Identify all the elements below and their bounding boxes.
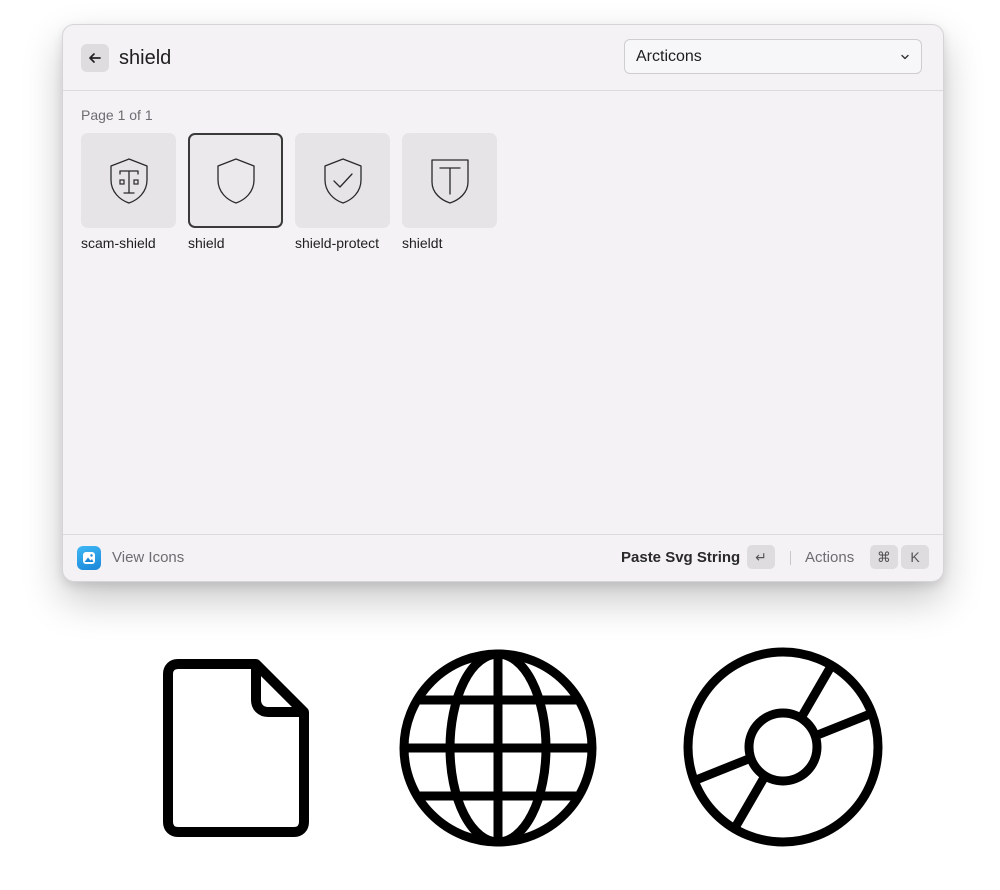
icon-grid: scam-shield shield shield-protect shield…	[81, 133, 497, 251]
action-bar: View Icons Paste Svg String ↵ Actions ⌘ …	[63, 534, 943, 581]
shield-icon	[216, 157, 255, 204]
icon-tile-shield-protect[interactable]: shield-protect	[295, 133, 390, 251]
icon-tile-label: shieldt	[402, 235, 443, 251]
command-key-icon: ⌘	[877, 548, 891, 565]
command-key-badge[interactable]: ⌘	[870, 545, 898, 569]
icon-preview	[295, 133, 390, 228]
footer-divider	[790, 551, 791, 565]
icon-tile-label: shield	[188, 235, 225, 251]
icon-tile-scam-shield[interactable]: scam-shield	[81, 133, 176, 251]
page-indicator: Page 1 of 1	[81, 107, 153, 123]
icon-tile-shield[interactable]: shield	[188, 133, 283, 251]
command-title: View Icons	[112, 549, 185, 566]
globe-icon	[399, 649, 597, 847]
k-key-badge[interactable]: K	[901, 545, 929, 569]
icon-tile-label: scam-shield	[81, 235, 156, 251]
disc-icon	[683, 647, 883, 847]
shield-check-icon	[323, 157, 362, 204]
actions-button[interactable]: Actions	[805, 549, 854, 566]
paste-svg-button[interactable]: Paste Svg String	[621, 549, 740, 566]
icon-tile-label: shield-protect	[295, 235, 380, 251]
chevron-down-icon	[901, 54, 909, 60]
back-button[interactable]	[81, 44, 109, 72]
enter-key-badge[interactable]: ↵	[747, 545, 775, 569]
icon-set-dropdown[interactable]: Arcticons	[624, 39, 922, 74]
search-input[interactable]	[119, 43, 599, 73]
arrow-left-icon	[89, 53, 101, 63]
enter-key-icon: ↵	[755, 548, 767, 565]
k-key-label: K	[910, 549, 920, 565]
icon-preview	[188, 133, 283, 228]
icon-preview	[402, 133, 497, 228]
app-icon	[77, 546, 101, 570]
document-icon	[163, 659, 309, 837]
launcher-window: Arcticons Page 1 of 1 scam-shield	[62, 24, 944, 582]
scam-shield-icon	[109, 157, 148, 204]
icon-tile-shieldt[interactable]: shieldt	[402, 133, 497, 251]
search-bar: Arcticons	[63, 25, 943, 91]
dropdown-selected-value: Arcticons	[636, 48, 702, 65]
shield-t-icon	[430, 158, 469, 204]
image-icon	[83, 552, 95, 564]
icon-preview	[81, 133, 176, 228]
